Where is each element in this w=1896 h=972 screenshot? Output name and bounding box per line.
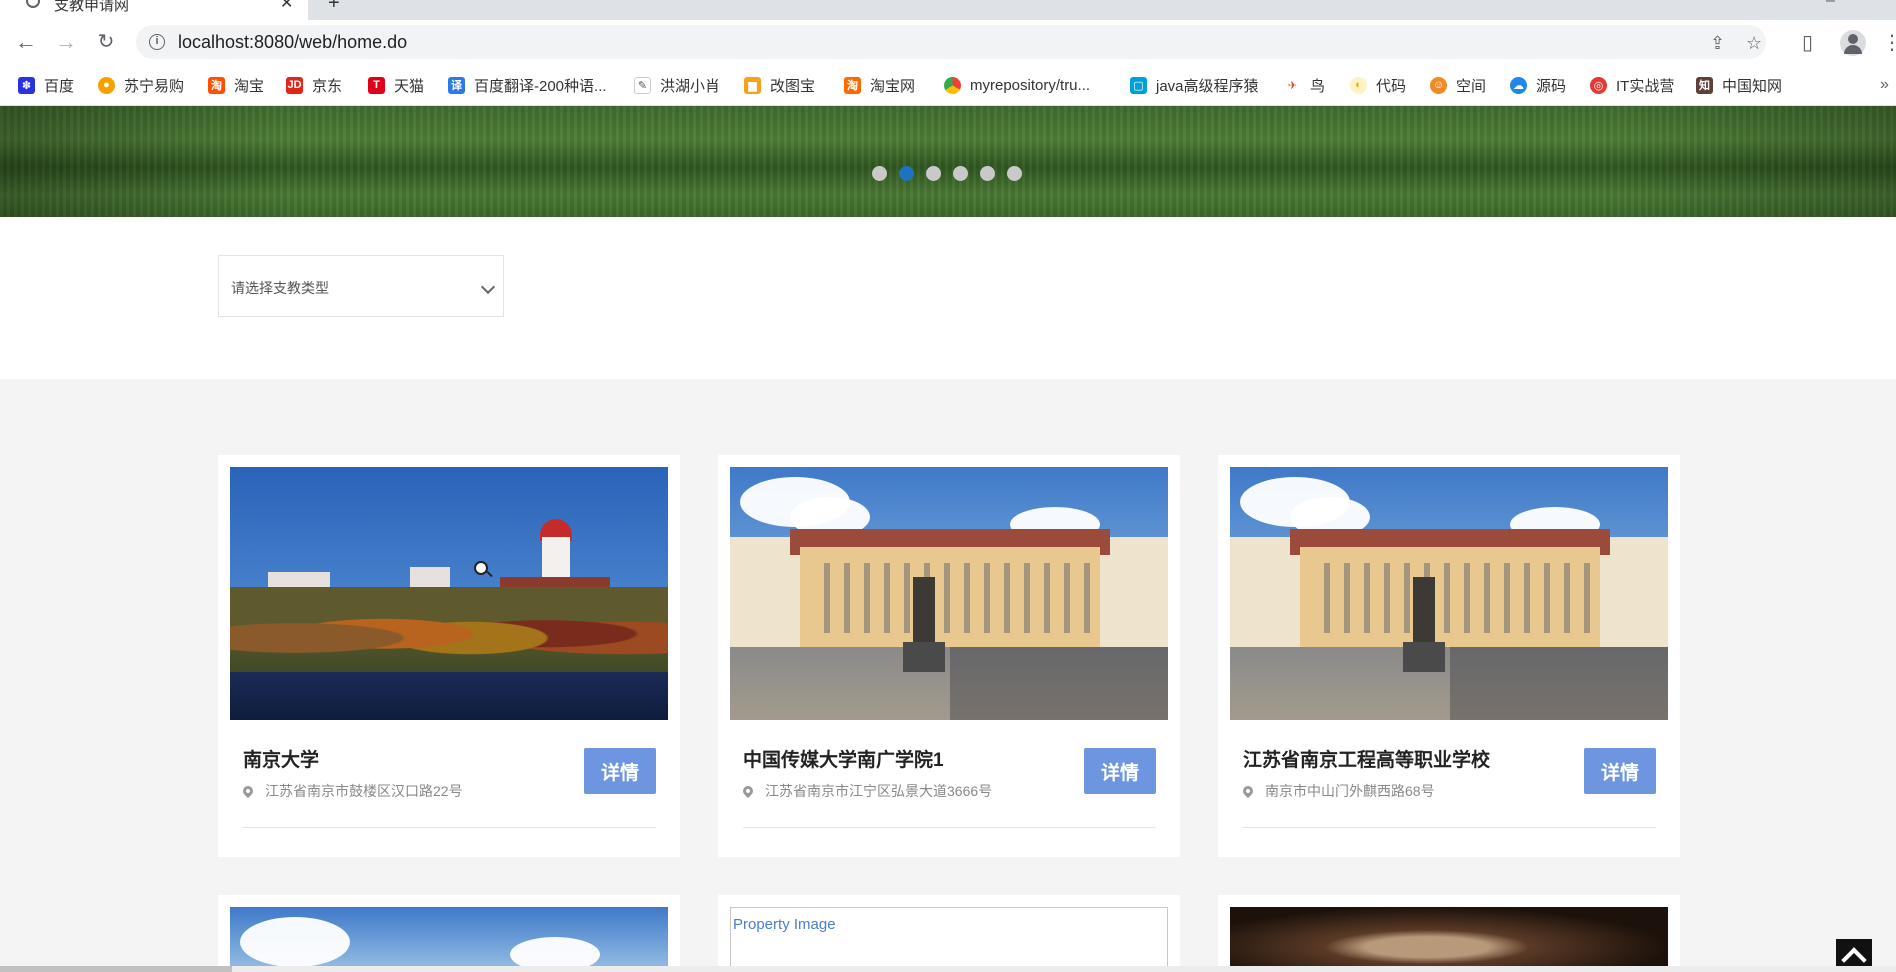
school-image[interactable] bbox=[730, 467, 1168, 720]
carousel-dot[interactable] bbox=[872, 166, 887, 181]
share-icon[interactable]: ⇪ bbox=[1710, 33, 1725, 54]
bookmark-star-icon[interactable]: ☆ bbox=[1746, 33, 1762, 54]
location-pin-icon bbox=[240, 783, 256, 799]
bookmark-item[interactable]: ✎ 洪湖小肖 bbox=[634, 74, 720, 96]
bookmark-item[interactable]: ◐ 代码 bbox=[1350, 74, 1406, 96]
profile-avatar-icon[interactable] bbox=[1840, 30, 1866, 56]
carousel-dot[interactable] bbox=[926, 166, 941, 181]
baidu-paw-icon: ✽ bbox=[18, 76, 35, 94]
bookmark-item[interactable]: 淘淘宝网 bbox=[844, 74, 915, 96]
select-placeholder: 请选择支教类型 bbox=[231, 280, 329, 296]
bookmark-item[interactable]: ▆ 改图宝 bbox=[744, 74, 815, 96]
school-list: 南京大学 江苏省南京市鼓楼区汉口路22号 详情 中国传媒大学南广学院1 江苏省南… bbox=[0, 379, 1896, 972]
location-pin-icon bbox=[1240, 783, 1256, 799]
school-image[interactable] bbox=[1230, 907, 1668, 972]
scrollbar-thumb[interactable] bbox=[0, 966, 232, 972]
back-arrow-icon[interactable]: ← bbox=[14, 30, 38, 54]
browser-tab[interactable]: 支教申请网 ✕ bbox=[0, 0, 308, 20]
jd-icon: JD bbox=[286, 76, 303, 94]
side-panel-icon[interactable]: ▯ bbox=[1802, 30, 1813, 55]
bookmark-item[interactable]: ◎ IT实战营 bbox=[1590, 74, 1674, 96]
tab-strip: 支教申请网 ✕ + – bbox=[0, 0, 1896, 20]
carousel-dot[interactable] bbox=[980, 166, 995, 181]
details-button[interactable]: 详情 bbox=[584, 748, 656, 794]
bookmark-item[interactable]: 淘淘宝 bbox=[208, 74, 264, 96]
close-tab-icon[interactable]: ✕ bbox=[280, 0, 293, 13]
address-bar[interactable]: i localhost:8080/web/home.do ⇪ ☆ bbox=[136, 25, 1766, 59]
chrome-icon bbox=[944, 76, 961, 94]
school-card bbox=[218, 895, 680, 972]
bookmark-item[interactable]: ✈ 鸟 bbox=[1284, 74, 1325, 96]
taobao-icon: 淘 bbox=[208, 76, 225, 94]
new-tab-icon[interactable]: + bbox=[328, 0, 340, 15]
school-card: 南京大学 江苏省南京市鼓楼区汉口路22号 详情 bbox=[218, 455, 680, 857]
details-button[interactable]: 详情 bbox=[1084, 748, 1156, 794]
zoom-cursor-icon bbox=[474, 561, 488, 575]
more-bookmarks-icon[interactable]: » bbox=[1880, 76, 1889, 94]
carousel-dot[interactable] bbox=[1007, 166, 1022, 181]
pen-icon: ✎ bbox=[634, 76, 651, 94]
bird-icon: ✈ bbox=[1284, 76, 1301, 94]
tmall-icon: T bbox=[368, 76, 385, 94]
bookmark-item[interactable]: ☁ 源码 bbox=[1510, 74, 1566, 96]
tab-title: 支教申请网 bbox=[54, 0, 130, 14]
filter-section: 请选择支教类型 bbox=[0, 217, 1896, 379]
school-image[interactable] bbox=[230, 467, 668, 720]
bilibili-icon: ▢ bbox=[1130, 76, 1147, 94]
circle-icon: ◐ bbox=[1350, 76, 1367, 94]
bookmark-item[interactable]: T 天猫 bbox=[368, 74, 424, 96]
hero-carousel bbox=[0, 106, 1896, 217]
bookmark-item[interactable]: ☺ 空间 bbox=[1430, 74, 1486, 96]
bookmark-item[interactable]: ▢ java高级程序猿 bbox=[1130, 74, 1259, 96]
school-name: 中国传媒大学南广学院1 bbox=[743, 750, 944, 771]
taobao-net-icon: 淘 bbox=[844, 76, 861, 94]
translate-icon: 译 bbox=[448, 76, 465, 94]
suning-lion-icon: ● bbox=[98, 76, 115, 94]
carousel-dot-active[interactable] bbox=[899, 166, 914, 181]
bookmark-item[interactable]: 知中国知网 bbox=[1696, 74, 1782, 96]
tab-favicon-icon bbox=[26, 0, 40, 8]
carousel-indicators bbox=[872, 166, 1022, 181]
browser-toolbar: ← → ↻ i localhost:8080/web/home.do ⇪ ☆ ▯… bbox=[0, 20, 1896, 64]
school-card: 中国传媒大学南广学院1 江苏省南京市江宁区弘景大道3666号 详情 bbox=[718, 455, 1180, 857]
horizontal-scrollbar[interactable] bbox=[0, 966, 1896, 972]
school-address: 江苏省南京市江宁区弘景大道3666号 bbox=[740, 781, 992, 801]
teaching-type-select[interactable]: 请选择支教类型 bbox=[218, 255, 504, 317]
carousel-dot[interactable] bbox=[953, 166, 968, 181]
cloud-bird-icon: ☁ bbox=[1510, 76, 1527, 94]
school-name: 江苏省南京工程高等职业学校 bbox=[1243, 750, 1491, 771]
site-info-icon[interactable]: i bbox=[149, 34, 165, 50]
bookmark-item[interactable]: JD 京东 bbox=[286, 74, 342, 96]
bookmarks-bar: ✽ 百度 ● 苏宁易购 淘淘宝 JD 京东 T 天猫 译百度翻译-200种语... ✎ 洪… bbox=[0, 64, 1896, 106]
details-button[interactable]: 详情 bbox=[1584, 748, 1656, 794]
school-address: 江苏省南京市鼓楼区汉口路22号 bbox=[240, 781, 463, 801]
divider bbox=[1243, 827, 1656, 828]
school-address: 南京市中山门外麒西路68号 bbox=[1240, 781, 1435, 801]
bookmark-item[interactable]: ● 苏宁易购 bbox=[98, 74, 184, 96]
image-alt-text: Property Image bbox=[733, 916, 836, 933]
school-card: 江苏省南京工程高等职业学校 南京市中山门外麒西路68号 详情 bbox=[1218, 455, 1680, 857]
address-url[interactable]: localhost:8080/web/home.do bbox=[178, 32, 407, 53]
chevron-down-icon bbox=[480, 279, 496, 295]
space-icon: ☺ bbox=[1430, 76, 1447, 94]
forward-arrow-icon[interactable]: → bbox=[54, 30, 78, 54]
school-card bbox=[1218, 895, 1680, 972]
broken-image[interactable]: Property Image bbox=[730, 907, 1168, 972]
location-pin-icon bbox=[740, 783, 756, 799]
minimize-icon[interactable]: – bbox=[1826, 0, 1835, 10]
school-image[interactable] bbox=[230, 907, 668, 972]
cnki-icon: 知 bbox=[1696, 76, 1713, 94]
divider bbox=[743, 827, 1156, 828]
folder-icon: ▆ bbox=[744, 76, 761, 94]
bookmark-item[interactable]: 译百度翻译-200种语... bbox=[448, 74, 607, 96]
divider bbox=[243, 827, 656, 828]
bookmark-item[interactable]: myrepository/tru... bbox=[944, 74, 1090, 96]
it-camp-icon: ◎ bbox=[1590, 76, 1607, 94]
school-image[interactable] bbox=[1230, 467, 1668, 720]
bookmark-item[interactable]: ✽ 百度 bbox=[18, 74, 74, 96]
reload-icon[interactable]: ↻ bbox=[94, 30, 118, 54]
menu-kebab-icon[interactable]: ⋮ bbox=[1882, 30, 1896, 55]
school-name: 南京大学 bbox=[243, 750, 320, 771]
school-card: Property Image bbox=[718, 895, 1180, 972]
